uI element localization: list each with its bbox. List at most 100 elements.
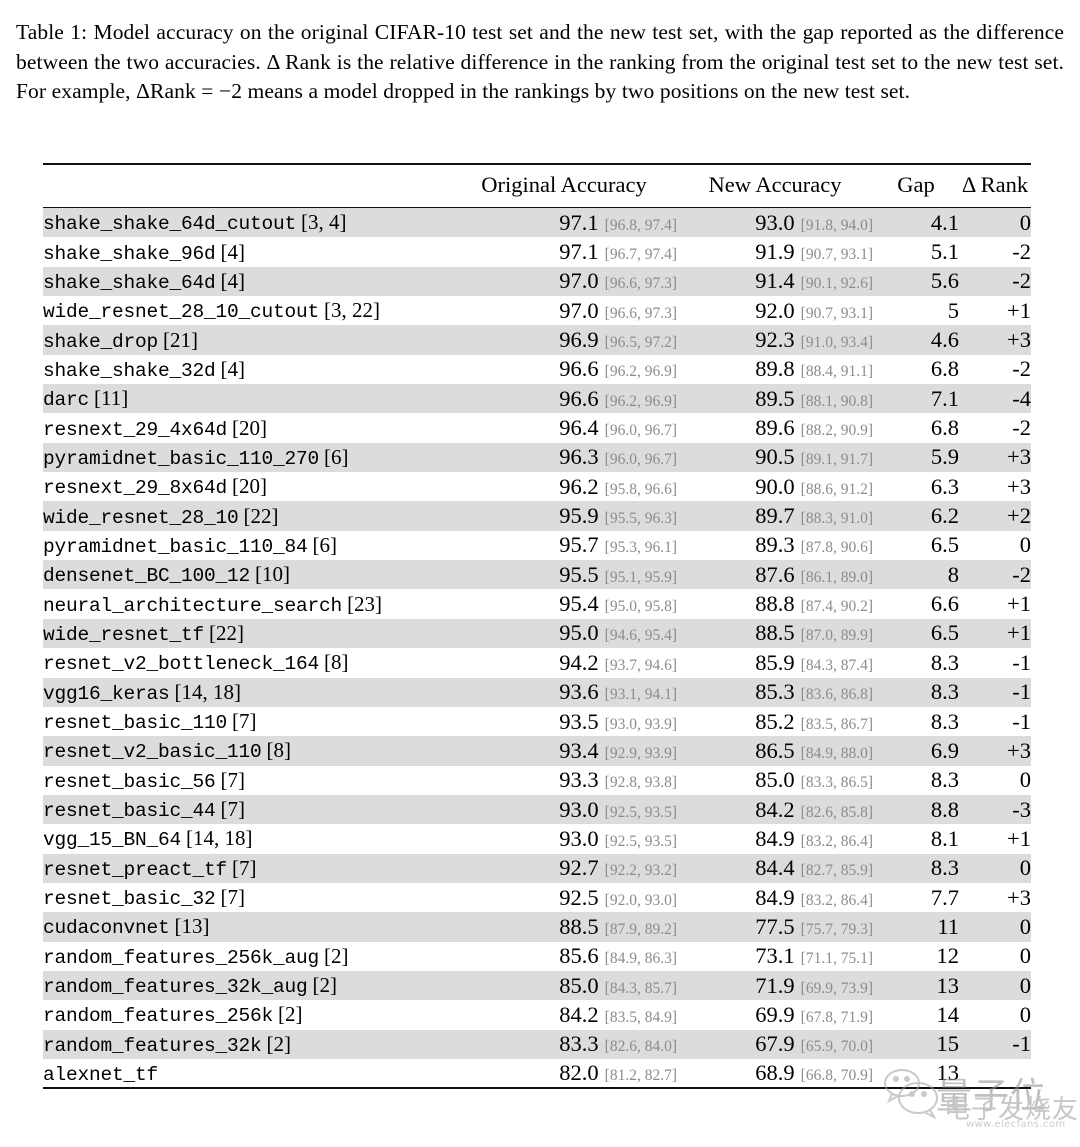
rule-bottom	[43, 1087, 1031, 1091]
model-name: wide_resnet_tf	[43, 623, 205, 646]
original-accuracy-value: 95.0	[559, 620, 599, 646]
original-accuracy-interval: [93.7, 94.6]	[604, 656, 677, 674]
cell-gap: 6.8	[930, 356, 959, 382]
original-accuracy-interval: [96.6, 97.3]	[604, 304, 677, 322]
cell-model-name: resnext_29_4x64d [20]	[43, 413, 451, 442]
watermark-brand-secondary: 电子发烧友	[944, 1095, 1080, 1125]
cell-gap: 8	[947, 561, 959, 587]
cell-original-accuracy: 96.6 [96.2, 96.9]	[451, 355, 677, 384]
cell-model-name: pyramidnet_basic_110_270 [6]	[43, 443, 451, 472]
table-row: resnext_29_8x64d [20] 96.2 [95.8, 96.6] 90.0…	[43, 472, 1031, 501]
cell-new-accuracy: 89.7 [88.3, 91.0]	[677, 501, 873, 530]
new-accuracy-interval: [87.8, 90.6]	[800, 539, 873, 557]
table-row: alexnet_tf 82.0 [81.2, 82.7] 68.9 [66.8, 70.…	[43, 1059, 1031, 1088]
original-accuracy-value: 93.3	[559, 767, 599, 793]
cell-delta-rank: +1	[1007, 297, 1031, 323]
cell-model-name: random_features_32k_aug [2]	[43, 971, 451, 1000]
model-reference: [4]	[220, 356, 246, 381]
cell-gap: 8.8	[930, 796, 959, 822]
cell-delta-rank	[959, 1059, 1031, 1088]
new-accuracy-value: 93.0	[755, 209, 795, 235]
cell-original-accuracy: 96.9 [96.5, 97.2]	[451, 325, 677, 354]
original-accuracy-value: 95.4	[559, 591, 599, 617]
model-reference: [7]	[232, 855, 257, 880]
model-reference: [21]	[163, 327, 199, 352]
cell-original-accuracy: 82.0 [81.2, 82.7]	[451, 1059, 677, 1088]
table-row: vgg16_keras [14, 18] 93.6 [93.1, 94.1] 85.3 […	[43, 677, 1031, 707]
new-accuracy-value: 69.9	[755, 1001, 795, 1027]
column-header-gap: Gap	[897, 172, 935, 197]
original-accuracy-interval: [96.5, 97.2]	[604, 334, 677, 352]
cell-original-accuracy: 88.5 [87.9, 89.2]	[451, 912, 677, 941]
model-reference: [14, 18]	[174, 679, 242, 704]
new-accuracy-interval: [83.5, 86.7]	[800, 715, 873, 733]
cell-original-accuracy: 96.6 [96.2, 96.9]	[451, 384, 677, 413]
cell-delta-rank: +3	[1007, 327, 1031, 353]
model-name: random_features_32k_aug	[43, 976, 308, 999]
cell-gap: 12	[936, 943, 960, 969]
cell-gap: 13	[936, 1060, 960, 1086]
cell-delta-rank: -2	[1012, 356, 1031, 382]
original-accuracy-value: 95.5	[559, 561, 599, 587]
new-accuracy-value: 91.4	[755, 268, 795, 294]
new-accuracy-interval: [82.6, 85.8]	[800, 803, 873, 821]
table-row: resnet_basic_110 [7] 93.5 [93.0, 93.9] 85.2 […	[43, 707, 1031, 736]
cell-original-accuracy: 93.0 [92.5, 93.5]	[451, 824, 677, 853]
cell-new-accuracy: 84.9 [83.2, 86.4]	[677, 883, 873, 912]
cell-original-accuracy: 96.4 [96.0, 96.7]	[451, 413, 677, 442]
cell-delta-rank: +3	[1007, 884, 1031, 910]
new-accuracy-interval: [88.2, 90.9]	[800, 422, 873, 440]
table-row: resnet_basic_56 [7] 93.3 [92.8, 93.8] 85.0 [8…	[43, 766, 1031, 795]
model-name: shake_drop	[43, 330, 159, 353]
cell-delta-rank: -3	[1012, 796, 1031, 822]
original-accuracy-value: 92.7	[559, 855, 599, 881]
cell-delta-rank: +1	[1007, 591, 1031, 617]
cell-new-accuracy: 73.1 [71.1, 75.1]	[677, 942, 873, 971]
cell-gap: 7.1	[930, 385, 959, 411]
model-reference: [22]	[243, 503, 279, 528]
cell-delta-rank: 0	[1019, 532, 1031, 558]
model-name: densenet_BC_100_12	[43, 565, 251, 588]
cell-model-name: resnext_29_8x64d [20]	[43, 472, 451, 501]
cell-model-name: random_features_32k [2]	[43, 1030, 451, 1059]
model-name: resnext_29_8x64d	[43, 477, 228, 500]
model-name: resnet_v2_bottleneck_164	[43, 653, 320, 676]
new-accuracy-value: 85.3	[755, 679, 795, 705]
column-header-model	[43, 165, 451, 208]
cell-new-accuracy: 89.5 [88.1, 90.8]	[677, 384, 873, 413]
new-accuracy-value: 85.2	[755, 708, 795, 734]
cell-gap: 5.6	[930, 268, 959, 294]
model-name: resnet_v2_basic_110	[43, 741, 262, 764]
original-accuracy-value: 93.4	[559, 737, 599, 763]
table-row: pyramidnet_basic_110_270 [6] 96.3 [96.0, 96…	[43, 442, 1031, 473]
new-accuracy-interval: [87.0, 89.9]	[800, 627, 873, 645]
cell-new-accuracy: 91.4 [90.1, 92.6]	[677, 267, 873, 296]
cell-new-accuracy: 89.6 [88.2, 90.9]	[677, 413, 873, 442]
new-accuracy-value: 77.5	[755, 913, 795, 939]
original-accuracy-interval: [96.2, 96.9]	[604, 392, 677, 410]
cell-new-accuracy: 89.3 [87.8, 90.6]	[677, 531, 873, 560]
new-accuracy-value: 92.0	[755, 297, 795, 323]
model-name: darc	[43, 389, 90, 412]
original-accuracy-interval: [92.5, 93.5]	[604, 832, 677, 850]
model-reference: [14, 18]	[186, 826, 253, 851]
original-accuracy-value: 88.5	[559, 913, 599, 939]
cell-new-accuracy: 85.9 [84.3, 87.4]	[677, 648, 873, 677]
cell-original-accuracy: 92.5 [92.0, 93.0]	[451, 883, 677, 912]
model-name: wide_resnet_28_10	[43, 506, 239, 529]
cell-delta-rank: -1	[1012, 649, 1031, 675]
new-accuracy-value: 86.5	[755, 737, 795, 763]
cell-gap: 11	[937, 913, 959, 939]
new-accuracy-value: 68.9	[755, 1060, 795, 1086]
cell-new-accuracy: 71.9 [69.9, 73.9]	[677, 971, 873, 1000]
new-accuracy-value: 89.6	[755, 415, 795, 441]
cell-delta-rank: -1	[1012, 1031, 1031, 1057]
original-accuracy-interval: [92.8, 93.8]	[604, 774, 677, 792]
table-row: resnet_basic_32 [7] 92.5 [92.0, 93.0] 84.9 [8…	[43, 883, 1031, 912]
cell-model-name: shake_shake_96d [4]	[43, 237, 451, 266]
model-reference: [6]	[312, 532, 338, 557]
model-name: random_features_32k	[43, 1034, 262, 1057]
table-header: Original Accuracy New Accuracy Gap Δ Ran…	[43, 163, 1031, 208]
original-accuracy-value: 82.0	[559, 1060, 599, 1086]
new-accuracy-value: 89.8	[755, 356, 795, 382]
